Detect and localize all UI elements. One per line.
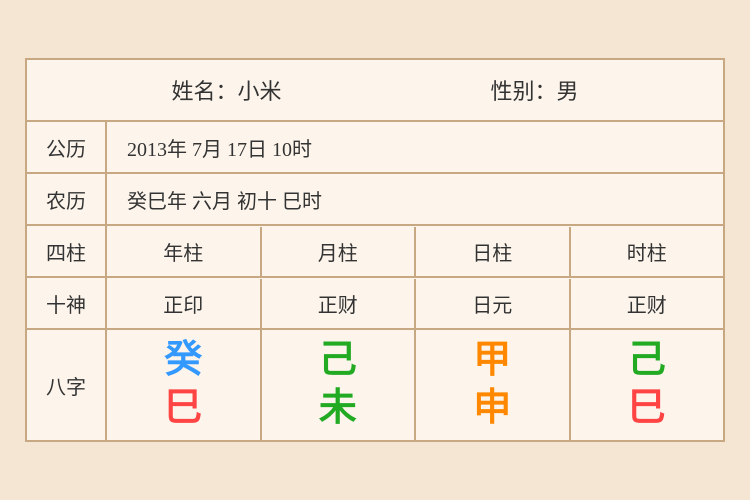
shishen-col-2: 日元 [416, 279, 571, 328]
nongli-value: 癸巳年 六月 初十 巳时 [107, 175, 723, 224]
shishen-label: 十神 [27, 278, 107, 328]
main-card: 姓名：小米 性别：男 公历 2013年 7月 17日 10时 农历 癸巳年 六月… [25, 58, 725, 442]
sizhu-col-0: 年柱 [107, 227, 262, 276]
bazhi-bottom-3: 巳 [628, 388, 666, 430]
bazhi-col-0: 癸 巳 [107, 330, 262, 440]
nongli-label: 农历 [27, 174, 107, 224]
sizhu-row: 四柱 年柱 月柱 日柱 时柱 [27, 226, 723, 278]
bazhi-col-3: 己 巳 [571, 330, 724, 440]
bazhi-bottom-0: 巳 [164, 388, 202, 430]
shishen-col-1: 正财 [262, 279, 417, 328]
sizhu-col-1: 月柱 [262, 227, 417, 276]
gongli-row: 公历 2013年 7月 17日 10时 [27, 122, 723, 174]
bazhi-col-1: 己 未 [262, 330, 417, 440]
bazhi-cells: 癸 巳 己 未 甲 申 己 巳 [107, 330, 723, 440]
bazhi-bottom-2: 申 [473, 388, 511, 430]
shishen-col-3: 正财 [571, 279, 724, 328]
bazhi-col-2: 甲 申 [416, 330, 571, 440]
sizhu-cells: 年柱 月柱 日柱 时柱 [107, 227, 723, 276]
sizhu-col-2: 日柱 [416, 227, 571, 276]
bazhi-top-2: 甲 [473, 340, 511, 382]
shishen-cells: 正印 正财 日元 正财 [107, 279, 723, 328]
bazhi-label: 八字 [27, 330, 107, 440]
shishen-row: 十神 正印 正财 日元 正财 [27, 278, 723, 330]
shishen-col-0: 正印 [107, 279, 262, 328]
bazhi-row: 八字 癸 巳 己 未 甲 申 己 巳 [27, 330, 723, 440]
bazhi-top-3: 己 [628, 340, 666, 382]
sizhu-col-3: 时柱 [571, 227, 724, 276]
sizhu-label: 四柱 [27, 226, 107, 276]
bazhi-top-0: 癸 [164, 340, 202, 382]
gender-label: 性别：男 [490, 74, 578, 106]
bazhi-top-1: 己 [319, 340, 357, 382]
nongli-row: 农历 癸巳年 六月 初十 巳时 [27, 174, 723, 226]
bazhi-bottom-1: 未 [319, 388, 357, 430]
header: 姓名：小米 性别：男 [27, 60, 723, 122]
name-label: 姓名：小米 [171, 74, 281, 106]
gongli-value: 2013年 7月 17日 10时 [107, 123, 723, 172]
gongli-label: 公历 [27, 122, 107, 172]
